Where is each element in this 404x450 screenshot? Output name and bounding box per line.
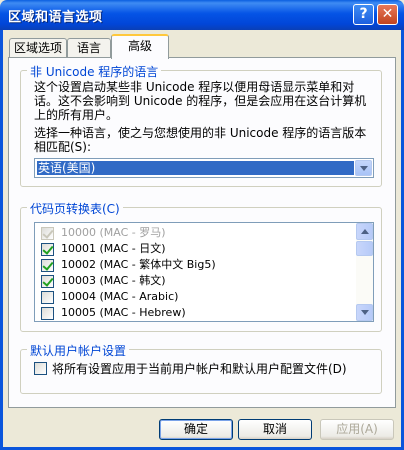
code-page-label: 10004 (MAC - Arabic)	[61, 290, 179, 303]
list-item[interactable]: 10001 (MAC - 日文)	[41, 241, 351, 257]
non-unicode-description: 这个设置启动某些非 Unicode 程序以便用母语显示菜单和对话。这不会影响到 …	[34, 80, 367, 122]
dropdown-button[interactable]	[355, 160, 372, 176]
code-page-label: 10002 (MAC - 繁体中文 Big5)	[61, 258, 216, 271]
code-page-checkbox[interactable]	[41, 259, 54, 272]
scroll-down-button[interactable]	[356, 304, 373, 321]
scroll-up-button[interactable]	[356, 223, 373, 240]
list-item[interactable]: 10004 (MAC - Arabic)	[41, 289, 351, 305]
code-page-checkbox[interactable]	[41, 291, 54, 304]
chevron-down-icon	[361, 310, 369, 315]
code-page-checkbox[interactable]	[41, 243, 54, 256]
apply-to-default-user[interactable]: 将所有设置应用于当前用户帐户和默认用户配置文件(D)	[34, 361, 374, 377]
code-page-legend: 代码页转换表(C)	[27, 200, 123, 217]
code-page-label: 10005 (MAC - Hebrew)	[61, 306, 186, 319]
list-item[interactable]: 10005 (MAC - Hebrew)	[41, 305, 351, 321]
apply-to-default-user-checkbox[interactable]	[34, 362, 47, 375]
code-page-checkbox[interactable]	[41, 307, 54, 320]
code-page-checkbox[interactable]	[41, 275, 54, 288]
selected-language: 英语(美国)	[36, 160, 355, 176]
apply-to-default-user-label: 将所有设置应用于当前用户帐户和默认用户配置文件(D)	[52, 362, 347, 376]
vertical-scrollbar[interactable]	[356, 223, 373, 321]
chevron-down-icon	[360, 166, 368, 171]
language-dropdown[interactable]: 英语(美国)	[34, 158, 374, 178]
code-page-list[interactable]: 10000 (MAC - 罗马) 10001 (MAC - 日文) 10002 …	[34, 222, 374, 322]
code-page-label: 10001 (MAC - 日文)	[61, 242, 166, 255]
non-unicode-legend: 非 Unicode 程序的语言	[27, 63, 162, 80]
choose-language-label: 选择一种语言，使之与您想使用的非 Unicode 程序的语言版本相匹配(S):	[34, 126, 367, 154]
default-user-legend: 默认用户帐户设置	[27, 342, 130, 359]
code-page-label: 10003 (MAC - 韩文)	[61, 274, 166, 287]
scroll-thumb[interactable]	[356, 241, 373, 256]
code-page-checkbox	[41, 227, 54, 240]
list-item[interactable]: 10003 (MAC - 韩文)	[41, 273, 351, 289]
list-item: 10000 (MAC - 罗马)	[41, 225, 351, 241]
code-page-label: 10000 (MAC - 罗马)	[61, 226, 166, 239]
chevron-up-icon	[361, 229, 369, 234]
list-item[interactable]: 10002 (MAC - 繁体中文 Big5)	[41, 257, 351, 273]
